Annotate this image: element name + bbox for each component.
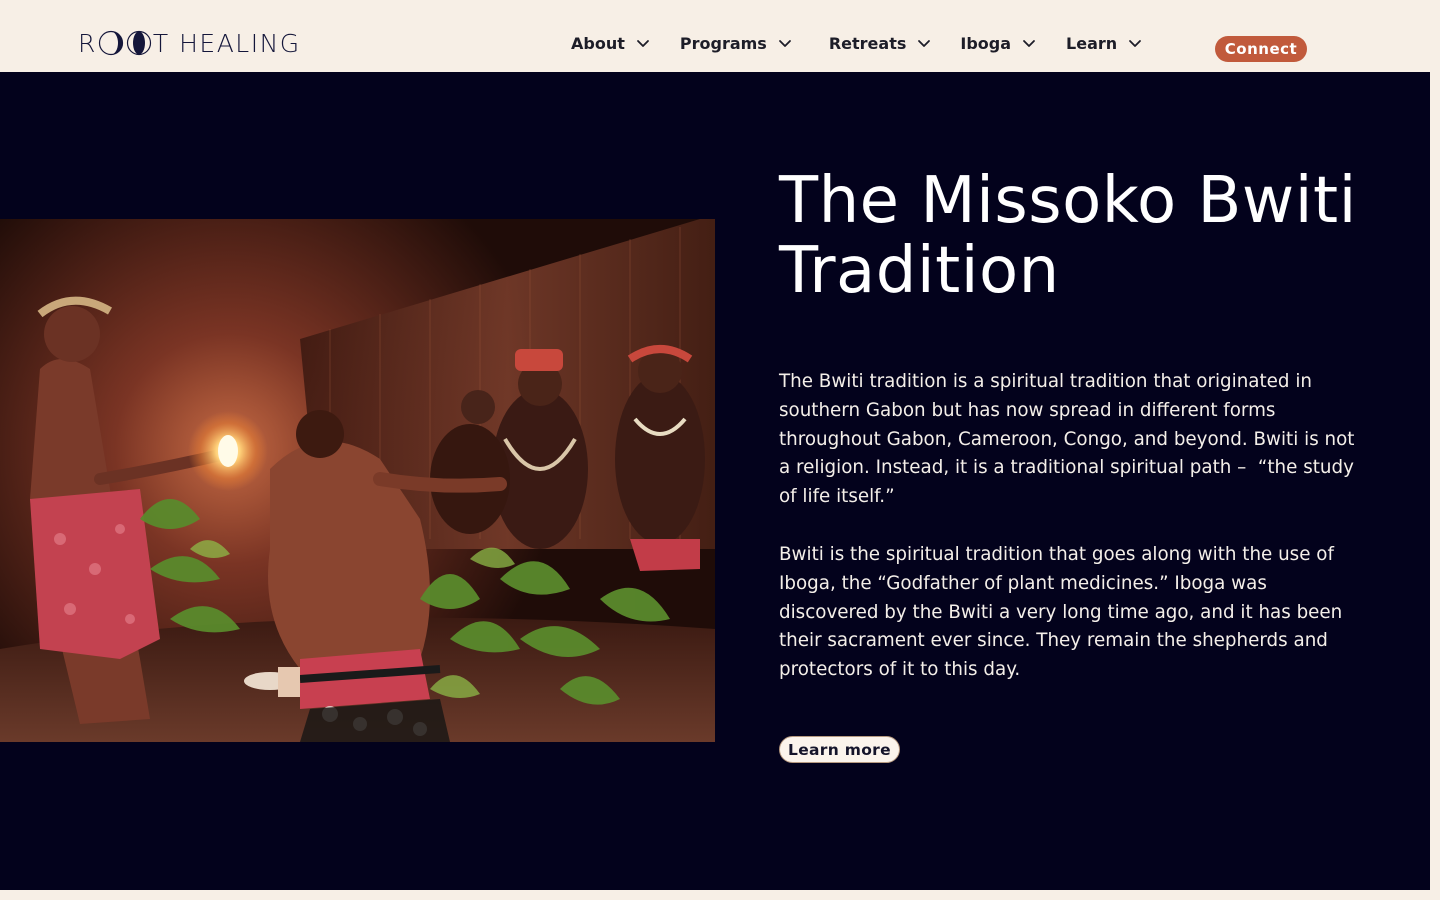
page-edge — [1430, 72, 1440, 900]
hero-section: The Missoko Bwiti Tradition The Bwiti tr… — [0, 72, 1430, 890]
connect-button[interactable]: Connect — [1215, 36, 1307, 62]
nav-item-programs[interactable]: Programs — [680, 34, 792, 53]
site-header: R T HEALING About Programs Retreats Ibog… — [0, 0, 1440, 72]
iboga-paragraph: Bwiti is the spiritual tradition that go… — [779, 544, 1343, 681]
nav-item-retreats[interactable]: Retreats — [829, 34, 932, 53]
logo[interactable]: R T HEALING — [78, 30, 301, 56]
main-nav: About Programs Retreats Iboga Learn — [571, 33, 1142, 53]
nav-item-label: Programs — [679, 33, 767, 53]
page-footer-strip — [0, 890, 1440, 900]
nav-item-label: About — [571, 33, 625, 53]
nav-item-label: Iboga — [960, 33, 1012, 53]
ceremony-photo — [0, 219, 715, 742]
moon-phase-icon — [98, 30, 124, 56]
chevron-down-icon — [636, 36, 650, 50]
logo-text-start: R — [78, 28, 97, 58]
nav-item-label: Learn — [1066, 33, 1118, 53]
chevron-down-icon — [917, 36, 931, 50]
page-title: The Missoko Bwiti Tradition — [779, 164, 1357, 308]
chevron-down-icon — [1128, 36, 1142, 50]
nav-item-learn[interactable]: Learn — [1066, 34, 1142, 53]
chevron-down-icon — [1022, 36, 1036, 50]
moon-phase-icon — [126, 30, 152, 56]
nav-item-iboga[interactable]: Iboga — [960, 34, 1036, 53]
intro-paragraph: The Bwiti tradition is a spiritual tradi… — [779, 371, 1355, 508]
chevron-down-icon — [778, 36, 792, 50]
nav-item-label: Retreats — [828, 33, 907, 53]
nav-item-about[interactable]: About — [571, 34, 650, 53]
learn-more-button[interactable]: Learn more — [779, 736, 900, 763]
logo-text-end: T HEALING — [152, 28, 301, 58]
